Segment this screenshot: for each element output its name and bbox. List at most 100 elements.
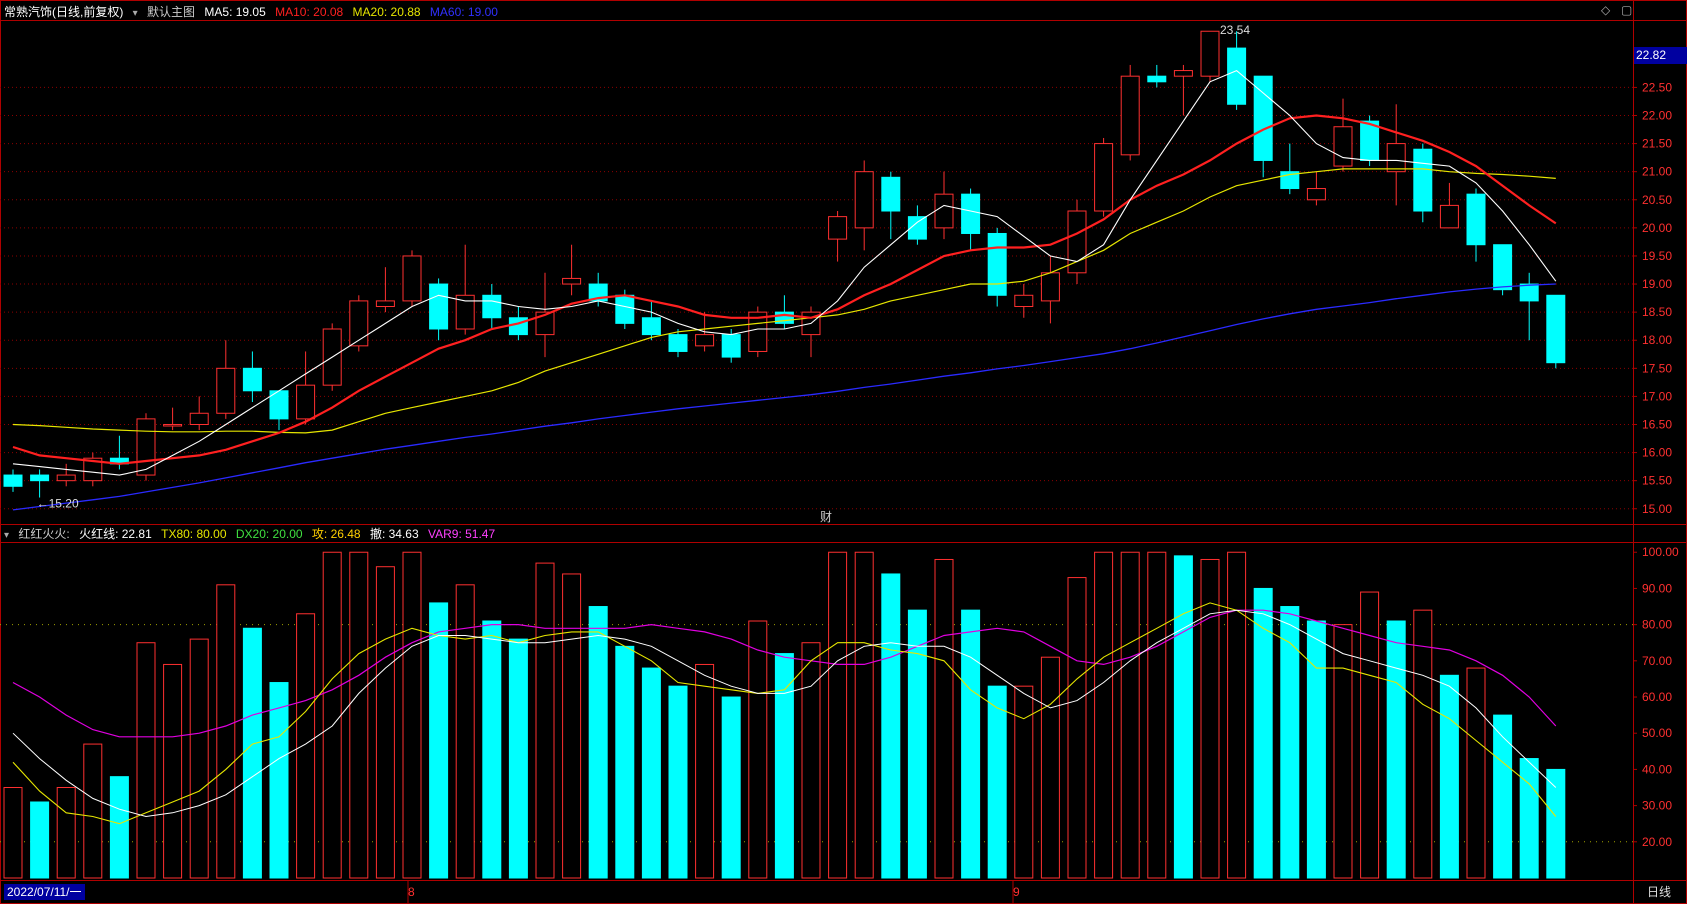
candle xyxy=(375,267,395,313)
candle-body xyxy=(1306,188,1326,201)
candle-body xyxy=(3,474,23,487)
price-tick-label: 21.00 xyxy=(1642,165,1672,179)
month-8-label: 8 xyxy=(408,885,415,899)
candle-body xyxy=(402,255,422,302)
main-chart-header: 常熟汽饰(日线,前复权) ▾ 默认主图 MA5: 19.05 MA10: 20.… xyxy=(4,3,504,20)
dx20-label: DX20: 20.00 xyxy=(235,527,303,541)
price-tick-label: 18.00 xyxy=(1642,333,1672,347)
candle xyxy=(189,396,209,431)
indicator-bar xyxy=(1439,674,1459,879)
candle-body xyxy=(881,176,901,212)
indicator-bar xyxy=(1173,555,1193,879)
price-tick-label: 22.00 xyxy=(1642,109,1672,123)
candle-body xyxy=(934,193,954,229)
candle-body xyxy=(1014,294,1034,308)
current-price-badge: 22.82 xyxy=(1634,47,1687,64)
indicator-bar xyxy=(1120,551,1140,879)
indicator-tick-label: 70.00 xyxy=(1642,654,1672,668)
price-tick-label: 16.50 xyxy=(1642,417,1672,431)
indicator-bar xyxy=(83,743,103,879)
candle xyxy=(1067,199,1087,285)
candle xyxy=(3,469,23,492)
candle xyxy=(1333,98,1353,172)
candle xyxy=(881,171,901,240)
indicator-bar xyxy=(748,620,768,879)
candle xyxy=(1413,143,1433,223)
candle xyxy=(1200,30,1220,82)
price-tick-label: 20.50 xyxy=(1642,193,1672,207)
candle xyxy=(482,284,502,329)
price-tick-label: 19.50 xyxy=(1642,249,1672,263)
var9-label: VAR9: 51.47 xyxy=(428,527,496,541)
candle-body xyxy=(56,474,76,482)
diamond-icon[interactable]: ◇ xyxy=(1601,3,1610,17)
candle-body xyxy=(1519,283,1539,302)
candle-body xyxy=(482,294,502,319)
candle xyxy=(1014,284,1034,318)
candle xyxy=(562,244,582,296)
indicator-bar xyxy=(1333,624,1353,879)
ma20-label: MA20: 20.88 xyxy=(352,5,421,19)
candle xyxy=(1094,137,1114,217)
indicator-bar xyxy=(1200,558,1220,879)
indicator-tick-label: 90.00 xyxy=(1642,581,1672,595)
indicator-bar xyxy=(695,663,715,879)
indicator-tick-label: 80.00 xyxy=(1642,618,1672,632)
indicator-bar xyxy=(1493,714,1513,879)
indicator-bar xyxy=(1067,577,1087,879)
candle xyxy=(1173,64,1193,116)
indicator-bar xyxy=(615,645,635,879)
stock-title[interactable]: 常熟汽饰(日线,前复权) xyxy=(4,5,123,19)
indicator-bar xyxy=(961,609,981,879)
indicator-bar xyxy=(1147,551,1167,879)
main-chart-label[interactable]: 默认主图 xyxy=(147,5,195,19)
indicator-bar xyxy=(1546,768,1566,879)
candle xyxy=(641,300,661,341)
candle-body xyxy=(349,300,369,347)
period-label[interactable]: 日线 xyxy=(1647,883,1671,900)
candle-body xyxy=(296,384,316,420)
indicator-bar xyxy=(1413,609,1433,879)
indicator-bar xyxy=(296,613,316,879)
candle xyxy=(349,295,369,352)
price-tick-label: 16.00 xyxy=(1642,446,1672,460)
candle-body xyxy=(1493,244,1513,291)
candle-body xyxy=(1386,143,1406,173)
indicator-bar xyxy=(269,682,289,879)
ma5-line xyxy=(12,69,1557,476)
candle xyxy=(242,351,262,403)
tx80-label: TX80: 80.00 xyxy=(161,527,227,541)
indicator-header: ▾ 红红火火: 火红线: 22.81 TX80: 80.00 DX20: 20.… xyxy=(4,525,501,542)
candle xyxy=(907,205,927,245)
candle-body xyxy=(695,334,715,347)
candle xyxy=(1040,255,1060,324)
indicator-bar xyxy=(1306,620,1326,879)
candle xyxy=(961,188,981,251)
candle xyxy=(828,211,848,262)
price-tick-label: 18.50 xyxy=(1642,305,1672,319)
candle-body xyxy=(987,232,1007,296)
candle xyxy=(987,227,1007,307)
price-tick-label: 17.50 xyxy=(1642,361,1672,375)
window-square-icon[interactable]: ▢ xyxy=(1621,3,1632,17)
indicator-chevron-icon[interactable]: ▾ xyxy=(4,530,9,541)
candle xyxy=(1306,171,1326,206)
candle-body xyxy=(1067,210,1087,274)
candle-body xyxy=(1253,75,1273,161)
indicator-bar xyxy=(508,638,528,879)
indicator-bar xyxy=(1386,620,1406,879)
candle-body xyxy=(1120,75,1140,156)
candle xyxy=(748,306,768,358)
indicator-name[interactable]: 红红火火: xyxy=(18,527,69,541)
indicator-bar xyxy=(987,685,1007,879)
ma10-line xyxy=(12,114,1557,465)
chevron-down-icon[interactable]: ▾ xyxy=(133,8,138,19)
stock-chart: 15.00 15.50 16.00 16.50 17.00 17.50 18.00 18.50… xyxy=(0,0,1687,904)
indicator-bar xyxy=(482,620,502,879)
finance-mark[interactable]: 财 xyxy=(820,508,832,525)
che-label: 撤: 34.63 xyxy=(369,527,419,541)
candle xyxy=(429,278,449,341)
huohong-label: 火红线: 22.81 xyxy=(79,527,152,541)
indicator-bar xyxy=(3,787,23,879)
candle-body xyxy=(1040,272,1060,302)
